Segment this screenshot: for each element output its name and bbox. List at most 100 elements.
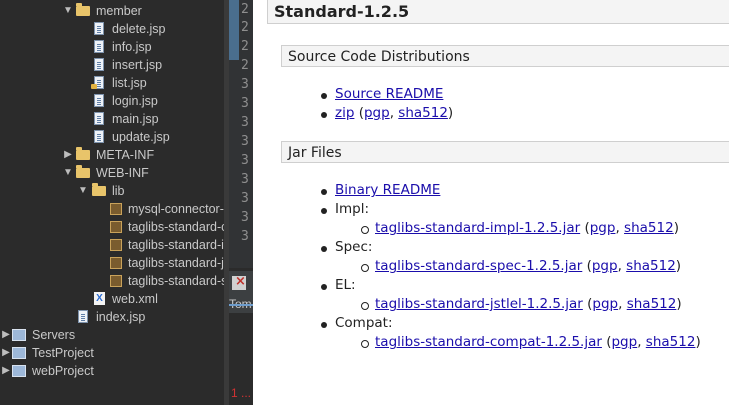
pgp-link[interactable]: pgp [592, 296, 618, 312]
line-number: 3 [241, 229, 249, 244]
jar-group-el: EL: [321, 277, 356, 293]
line-number: 2 [241, 39, 249, 54]
pgp-link[interactable]: pgp [590, 220, 616, 236]
tree-item-label: TestProject [32, 346, 94, 360]
project-icon [12, 365, 26, 377]
bullet [321, 322, 327, 328]
line-number: 3 [241, 153, 249, 168]
bullet [361, 302, 369, 310]
chevron-down-icon[interactable]: ▼ [77, 182, 89, 200]
jsp-file-icon [78, 310, 88, 323]
tree-item-label: taglibs-standard-i [128, 238, 224, 252]
section-heading-jar: Jar Files [281, 141, 729, 163]
tree-item-label: mysql-connector- [128, 202, 224, 216]
jsp-file-icon [94, 130, 104, 143]
tree-item-label: insert.jsp [112, 58, 163, 72]
jar-group-spec: Spec: [321, 239, 373, 255]
source-sha512-link[interactable]: sha512 [398, 105, 448, 121]
folder-open-icon [92, 183, 106, 196]
browser-content: Standard-1.2.5 Source Code Distributions… [253, 0, 729, 405]
list-item: taglibs-standard-compat-1.2.5.jar (pgp, … [361, 334, 701, 350]
binary-readme-link[interactable]: Binary README [335, 182, 440, 198]
chevron-right-icon[interactable]: ▶ [0, 362, 12, 380]
line-number: 3 [241, 77, 249, 92]
pgp-link[interactable]: pgp [592, 258, 618, 274]
jar-group-label: Impl: [335, 201, 370, 217]
console-panel: Tom 1 ... [229, 268, 253, 405]
section-heading-source: Source Code Distributions [281, 45, 729, 67]
tree-item-label: login.jsp [112, 94, 158, 108]
active-tab-underline [229, 304, 253, 306]
tree-item-label: index.jsp [96, 310, 146, 324]
jar-group-label: Compat: [335, 315, 393, 331]
jar-download-link[interactable]: taglibs-standard-compat-1.2.5.jar [375, 334, 602, 350]
list-item: taglibs-standard-spec-1.2.5.jar (pgp, sh… [361, 258, 681, 274]
source-zip-link[interactable]: zip [335, 105, 354, 121]
project-icon [12, 329, 26, 341]
bullet [321, 208, 327, 214]
list-item: Source README [321, 86, 443, 102]
sha512-link[interactable]: sha512 [646, 334, 696, 350]
chevron-down-icon[interactable]: ▼ [62, 164, 74, 182]
list-item: Binary README [321, 182, 440, 198]
jar-icon [110, 275, 122, 287]
bullet [361, 340, 369, 348]
bullet [321, 246, 327, 252]
source-pgp-link[interactable]: pgp [364, 105, 390, 121]
xml-file-icon: X [94, 292, 105, 305]
bullet [361, 264, 369, 272]
line-number: 3 [241, 96, 249, 111]
folder-icon [76, 147, 90, 160]
line-number: 2 [241, 20, 249, 35]
list-item: zip (pgp, sha512) [321, 105, 453, 121]
bullet [321, 284, 327, 290]
jsp-file-icon [94, 40, 104, 53]
line-number: 2 [241, 58, 249, 73]
editor-gutter: 2 2 2 2 3 3 3 3 3 3 3 3 3 [229, 0, 253, 268]
jar-download-link[interactable]: taglibs-standard-jstlel-1.2.5.jar [375, 296, 583, 312]
jar-group-compat: Compat: [321, 315, 393, 331]
pgp-link[interactable]: pgp [611, 334, 637, 350]
tomcat-console-tab[interactable]: Tom [229, 271, 253, 313]
tree-item-label: update.jsp [112, 130, 170, 144]
source-readme-link[interactable]: Source README [335, 86, 443, 102]
jar-download-link[interactable]: taglibs-standard-spec-1.2.5.jar [375, 258, 582, 274]
folder-open-icon [76, 3, 90, 16]
tree-item-label: webProject [32, 364, 94, 378]
tree-item-label: lib [112, 184, 125, 198]
jar-group-label: EL: [335, 277, 356, 293]
line-number: 3 [241, 115, 249, 130]
jsp-file-icon [94, 112, 104, 125]
chevron-right-icon[interactable]: ▶ [0, 326, 12, 344]
editor-tab-indicator [229, 0, 239, 60]
sha512-link[interactable]: sha512 [624, 220, 674, 236]
line-number: 3 [241, 134, 249, 149]
jsp-file-icon [94, 94, 104, 107]
folder-open-icon [76, 165, 90, 178]
line-number: 3 [241, 210, 249, 225]
jar-group-label: Spec: [335, 239, 373, 255]
jar-icon [110, 239, 122, 251]
sha512-link[interactable]: sha512 [626, 258, 676, 274]
bullet [321, 112, 327, 118]
sha512-link[interactable]: sha512 [627, 296, 677, 312]
chevron-right-icon[interactable]: ▶ [0, 344, 12, 362]
error-icon [232, 274, 246, 290]
tree-item-label: list.jsp [112, 76, 147, 90]
chevron-down-icon[interactable]: ▼ [62, 2, 74, 20]
console-error-text: 1 ... [231, 386, 252, 400]
tree-item-label: META-INF [96, 148, 155, 162]
page-title: Standard-1.2.5 [267, 0, 729, 24]
jar-icon [110, 257, 122, 269]
tree-item-label: WEB-INF [96, 166, 149, 180]
tree-item-label: info.jsp [112, 40, 152, 54]
jsp-file-icon [91, 76, 104, 89]
tree-item-label: main.jsp [112, 112, 159, 126]
tree-item-label: delete.jsp [112, 22, 166, 36]
jar-download-link[interactable]: taglibs-standard-impl-1.2.5.jar [375, 220, 580, 236]
tree-item-label: taglibs-standard-c [128, 220, 224, 234]
chevron-right-icon[interactable]: ▶ [62, 146, 74, 164]
project-icon [12, 347, 26, 359]
jar-group-impl: Impl: [321, 201, 370, 217]
jar-icon [110, 221, 122, 233]
